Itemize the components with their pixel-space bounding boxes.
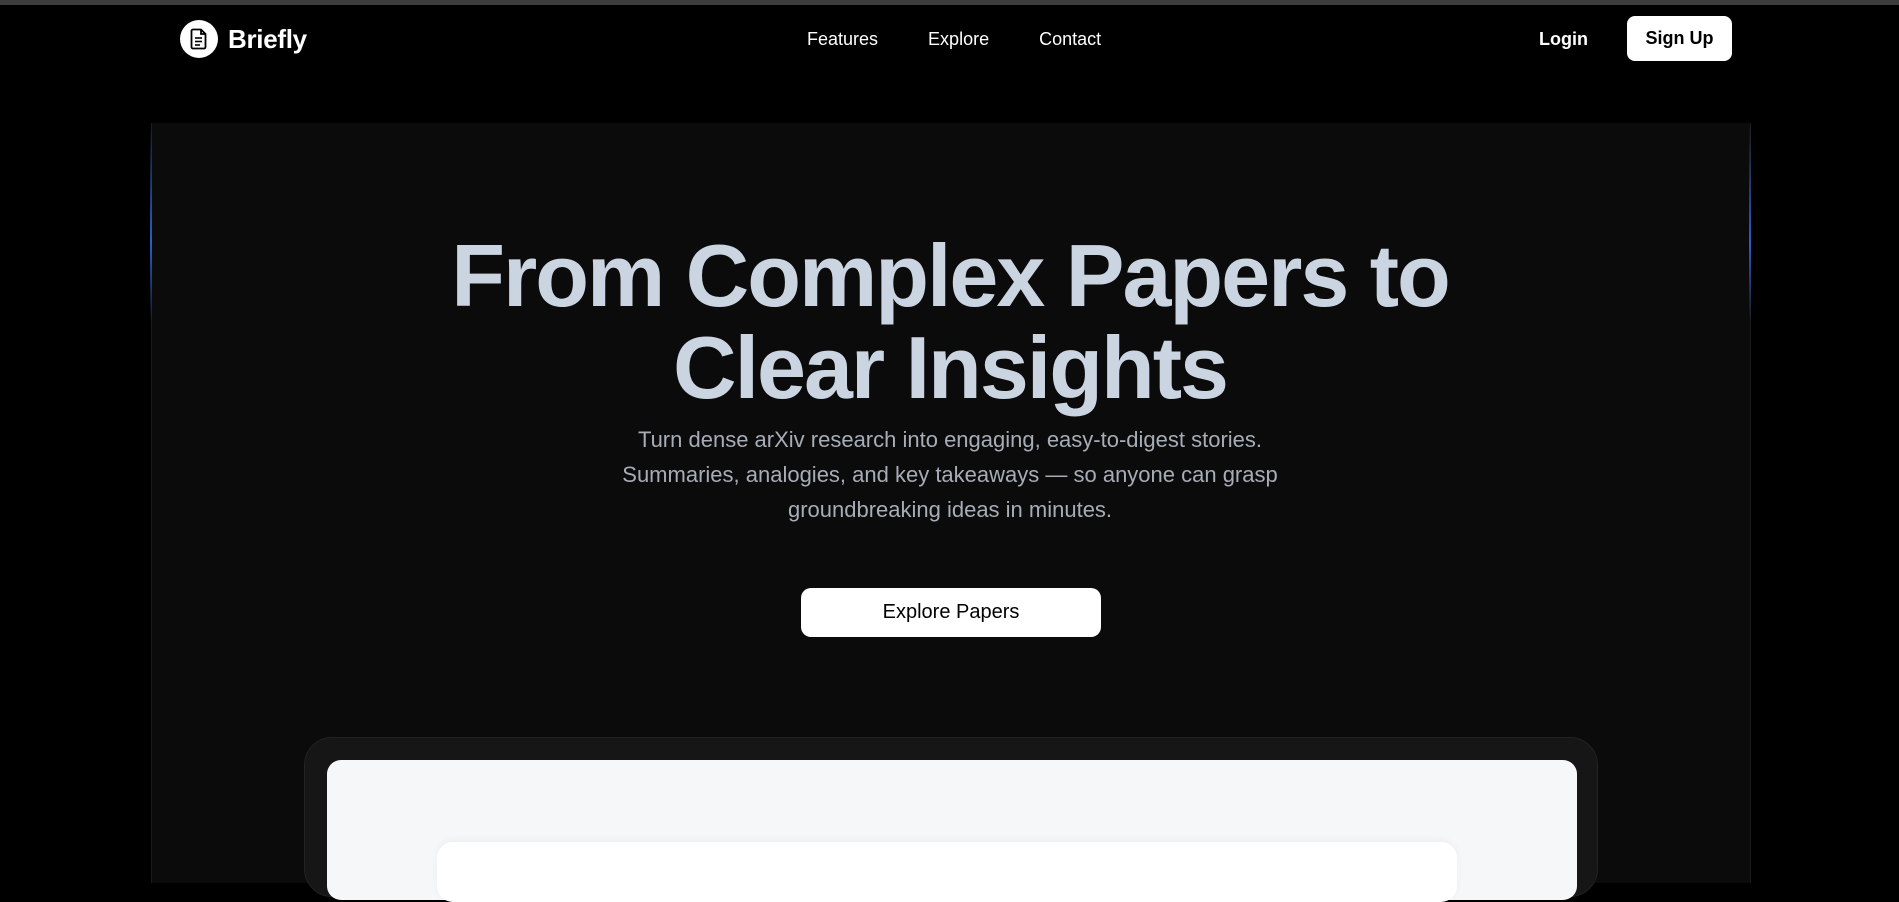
document-icon [180, 20, 218, 58]
nav-links: Features Explore Contact [807, 29, 1101, 50]
hero-edge-glow-left [150, 123, 152, 323]
hero-edge-glow-right [1749, 123, 1751, 323]
nav-link-features[interactable]: Features [807, 29, 878, 50]
nav-link-explore[interactable]: Explore [928, 29, 989, 50]
headline-line-1: From Complex Papers to [451, 226, 1451, 325]
nav-link-contact[interactable]: Contact [1039, 29, 1101, 50]
signup-button[interactable]: Sign Up [1627, 16, 1732, 61]
app-preview-screen [327, 760, 1577, 902]
subtitle-line-2: Summaries, analogies, and key takeaways … [622, 462, 1278, 487]
login-link[interactable]: Login [1539, 29, 1588, 50]
brand-logo[interactable]: Briefly [180, 20, 307, 58]
hero-subtitle: Turn dense arXiv research into engaging,… [610, 422, 1290, 527]
subtitle-line-1: Turn dense arXiv research into engaging,… [637, 427, 1263, 452]
explore-papers-button[interactable]: Explore Papers [801, 588, 1101, 637]
subtitle-line-3: groundbreaking ideas in minutes. [787, 497, 1113, 522]
brand-name: Briefly [228, 23, 307, 54]
app-preview-card [437, 842, 1457, 902]
headline-line-2: Clear Insights [673, 318, 1229, 417]
navbar: Briefly Features Explore Contact Login S… [0, 5, 1899, 75]
app-preview-frame [304, 737, 1598, 902]
hero-headline: From Complex Papers to Clear Insights [400, 230, 1500, 414]
